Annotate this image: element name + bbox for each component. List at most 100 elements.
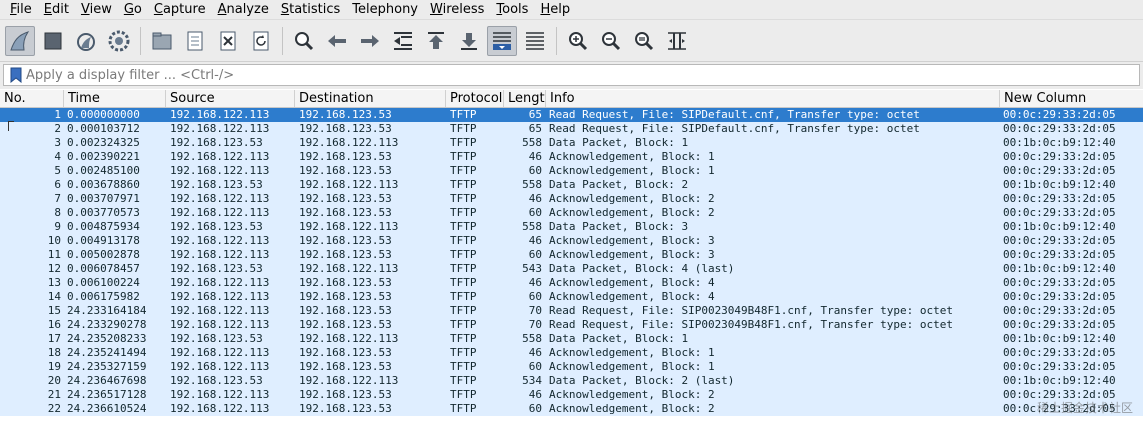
cell-protocol: TFTP <box>450 402 477 415</box>
column-header-no[interactable]: No. <box>0 90 64 107</box>
packet-row[interactable]: 21 24.236517128 192.168.122.113 192.168.123… <box>0 388 1143 402</box>
display-filter-input[interactable] <box>26 67 1139 83</box>
column-header-source[interactable]: Source <box>166 90 295 107</box>
packet-row[interactable]: 9 0.004875934 192.168.123.53 192.168.122.11… <box>0 220 1143 234</box>
save-file-button[interactable] <box>180 26 210 56</box>
packet-row[interactable]: 4 0.002390221 192.168.122.113 192.168.123.5… <box>0 150 1143 164</box>
menu-analyze[interactable]: Analyze <box>212 0 275 20</box>
zoom-in-button[interactable] <box>563 26 593 56</box>
packet-row[interactable]: 18 24.235241494 192.168.122.113 192.168.123… <box>0 346 1143 360</box>
toolbar-separator <box>140 26 141 55</box>
main-toolbar <box>0 20 1143 62</box>
menu-tools[interactable]: Tools <box>490 0 534 20</box>
cell-time: 0.002390221 <box>67 150 140 163</box>
cell-no: 10 <box>47 234 61 247</box>
find-packet-button[interactable] <box>289 26 319 56</box>
cell-info: Acknowledgement, Block: 3 <box>549 248 715 261</box>
packet-rows: 1 0.000000000 192.168.122.113 192.168.123.5… <box>0 108 1143 416</box>
menu-help[interactable]: Help <box>534 0 576 20</box>
restart-capture-button[interactable] <box>71 26 101 56</box>
menu-telephony[interactable]: Telephony <box>346 0 424 20</box>
cell-protocol: TFTP <box>450 304 477 317</box>
packet-row[interactable]: 5 0.002485100 192.168.122.113 192.168.123.5… <box>0 164 1143 178</box>
cell-time: 0.000103712 <box>67 122 140 135</box>
cell-no: 14 <box>47 290 61 303</box>
capture-options-gear-icon <box>108 30 130 51</box>
cell-no: 15 <box>47 304 61 317</box>
bookmark-icon[interactable] <box>10 67 22 83</box>
column-header-protocol[interactable]: Protocol <box>446 90 504 107</box>
close-file-button[interactable] <box>213 26 243 56</box>
packet-row[interactable]: 19 24.235327159 192.168.122.113 192.168.123… <box>0 360 1143 374</box>
go-forward-button[interactable] <box>355 26 385 56</box>
go-last-button[interactable] <box>454 26 484 56</box>
cell-time: 0.000000000 <box>67 108 140 121</box>
cell-destination: 192.168.123.53 <box>299 402 392 415</box>
packet-row[interactable]: 12 0.006078457 192.168.123.53 192.168.122.1… <box>0 262 1143 276</box>
menu-capture[interactable]: Capture <box>148 0 212 20</box>
zoom-out-button[interactable] <box>596 26 626 56</box>
cell-source: 192.168.123.53 <box>170 220 263 233</box>
cell-new-column: 00:0c:29:33:2d:05 <box>1003 122 1116 135</box>
packet-row[interactable]: 15 24.233164184 192.168.122.113 192.168.123… <box>0 304 1143 318</box>
cell-time: 24.236517128 <box>67 388 147 401</box>
packet-row[interactable]: 1 0.000000000 192.168.122.113 192.168.123.5… <box>0 108 1143 122</box>
packet-row[interactable]: 2 0.000103712 192.168.122.113 192.168.123.5… <box>0 122 1143 136</box>
zoom-normal-button[interactable] <box>629 26 659 56</box>
autoscroll-button[interactable] <box>487 25 517 56</box>
packet-row[interactable]: 17 24.235208233 192.168.123.53 192.168.122.… <box>0 332 1143 346</box>
cell-destination: 192.168.123.53 <box>299 276 392 289</box>
menu-view[interactable]: View <box>75 0 118 20</box>
cell-destination: 192.168.123.53 <box>299 318 392 331</box>
column-header-info[interactable]: Info <box>546 90 1000 107</box>
packet-row[interactable]: 8 0.003770573 192.168.122.113 192.168.123.5… <box>0 206 1143 220</box>
cell-new-column: 00:0c:29:33:2d:05 <box>1003 304 1116 317</box>
start-capture-button[interactable] <box>5 25 35 56</box>
resize-columns-button[interactable] <box>662 26 692 56</box>
cell-protocol: TFTP <box>450 192 477 205</box>
cell-protocol: TFTP <box>450 276 477 289</box>
cell-new-column: 00:0c:29:33:2d:05 <box>1003 192 1116 205</box>
column-header-new-column[interactable]: New Column <box>1000 90 1143 107</box>
capture-options-button[interactable] <box>104 26 134 56</box>
menu-wireless[interactable]: Wireless <box>424 0 490 20</box>
column-header-destination[interactable]: Destination <box>295 90 446 107</box>
cell-destination: 192.168.123.53 <box>299 150 392 163</box>
cell-new-column: 00:1b:0c:b9:12:40 <box>1003 136 1116 149</box>
packet-row[interactable]: 6 0.003678860 192.168.123.53 192.168.122.11… <box>0 178 1143 192</box>
open-file-button[interactable] <box>147 26 177 56</box>
packet-row[interactable]: 22 24.236610524 192.168.122.113 192.168.123… <box>0 402 1143 416</box>
cell-destination: 192.168.122.113 <box>299 374 399 387</box>
packet-row[interactable]: 16 24.233290278 192.168.122.113 192.168.123… <box>0 318 1143 332</box>
packet-row[interactable]: 20 24.236467698 192.168.123.53 192.168.122.… <box>0 374 1143 388</box>
zoom-out-icon <box>602 31 621 50</box>
colorize-button[interactable] <box>520 26 550 56</box>
column-header-time[interactable]: Time <box>64 90 166 107</box>
menu-go[interactable]: Go <box>118 0 148 20</box>
cell-source: 192.168.122.113 <box>170 108 270 121</box>
go-to-packet-button[interactable] <box>388 26 418 56</box>
stop-capture-button[interactable] <box>38 26 68 56</box>
reload-file-button[interactable] <box>246 26 276 56</box>
packet-row[interactable]: 11 0.005002878 192.168.122.113 192.168.123.… <box>0 248 1143 262</box>
packet-row[interactable]: 7 0.003707971 192.168.122.113 192.168.123.5… <box>0 192 1143 206</box>
go-first-button[interactable] <box>421 26 451 56</box>
cell-source: 192.168.122.113 <box>170 234 270 247</box>
packet-row[interactable]: 14 0.006175982 192.168.122.113 192.168.123.… <box>0 290 1143 304</box>
cell-time: 24.233164184 <box>67 304 147 317</box>
cell-time: 24.236610524 <box>67 402 147 415</box>
menu-edit[interactable]: Edit <box>38 0 75 20</box>
cell-info: Acknowledgement, Block: 1 <box>549 164 715 177</box>
column-header-length[interactable]: Length <box>504 90 546 107</box>
cell-time: 0.006175982 <box>67 290 140 303</box>
cell-no: 19 <box>47 360 61 373</box>
cell-length: 46 <box>528 234 542 247</box>
menu-file[interactable]: File <box>4 0 38 20</box>
menu-statistics[interactable]: Statistics <box>275 0 346 20</box>
packet-row[interactable]: 10 0.004913178 192.168.122.113 192.168.123.… <box>0 234 1143 248</box>
go-back-button[interactable] <box>322 26 352 56</box>
cell-time: 24.235241494 <box>67 346 147 359</box>
packet-row[interactable]: 13 0.006100224 192.168.122.113 192.168.123.… <box>0 276 1143 290</box>
shark-fin-start-icon <box>10 30 30 50</box>
packet-row[interactable]: 3 0.002324325 192.168.123.53 192.168.122.11… <box>0 136 1143 150</box>
